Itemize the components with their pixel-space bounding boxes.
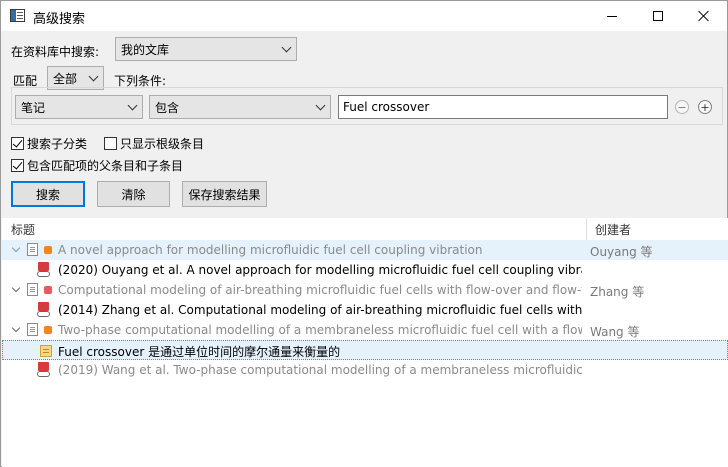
chevron-down-icon bbox=[315, 100, 326, 111]
clear-button[interactable]: 清除 bbox=[97, 181, 170, 207]
top-level-only-checkbox[interactable]: 只显示根级条目 bbox=[104, 135, 204, 152]
orange-tag-icon bbox=[44, 246, 52, 254]
pdf-link-icon bbox=[37, 262, 51, 277]
chevron-down-icon[interactable] bbox=[11, 323, 21, 333]
result-title: Computational modeling of air-breathing … bbox=[58, 283, 582, 297]
include-parent-child-checkbox[interactable]: 包含匹配项的父条目和子条目 bbox=[11, 157, 183, 174]
result-title: A novel approach for modelling microflui… bbox=[58, 243, 483, 257]
chevron-down-icon bbox=[281, 42, 292, 53]
condition-operator-select[interactable]: 包含 bbox=[149, 95, 331, 119]
column-divider[interactable] bbox=[586, 218, 587, 240]
condition-operator-value: 包含 bbox=[155, 100, 180, 115]
column-header-title[interactable]: 标题 bbox=[11, 218, 581, 240]
maximize-button[interactable] bbox=[635, 1, 681, 31]
checkbox-unchecked-icon bbox=[104, 137, 117, 150]
result-title: Two-phase computational modelling of a m… bbox=[58, 323, 582, 337]
condition-field-select[interactable]: 笔记 bbox=[15, 95, 143, 119]
library-select[interactable]: 我的文库 bbox=[115, 37, 297, 61]
close-button[interactable] bbox=[681, 1, 727, 31]
result-creator: Zhang 等 bbox=[590, 285, 645, 299]
result-title: (2020) Ouyang et al. A novel approach fo… bbox=[58, 263, 582, 277]
condition-value-input[interactable]: Fuel crossover bbox=[338, 95, 668, 119]
library-select-value: 我的文库 bbox=[121, 42, 170, 57]
include-parent-child-label: 包含匹配项的父条目和子条目 bbox=[27, 159, 184, 173]
orange-tag-icon bbox=[44, 326, 52, 334]
top-level-only-label: 只显示根级条目 bbox=[120, 137, 205, 151]
result-title: Fuel crossover 是通过单位时间的摩尔通量来衡量的 bbox=[58, 345, 341, 359]
document-icon bbox=[27, 323, 38, 336]
minimize-icon bbox=[607, 15, 617, 17]
maximize-icon bbox=[653, 11, 663, 21]
document-icon bbox=[27, 283, 38, 296]
result-title: (2014) Zhang et al. Computational modeli… bbox=[58, 303, 582, 317]
result-row-parent[interactable]: A novel approach for modelling microflui… bbox=[2, 240, 728, 260]
library-label: 在资料库中搜索: bbox=[11, 45, 100, 59]
app-window-icon bbox=[10, 9, 25, 22]
match-mode-value: 全部 bbox=[53, 71, 78, 86]
window-title: 高级搜索 bbox=[33, 12, 86, 27]
result-row-note[interactable]: Fuel crossover 是通过单位时间的摩尔通量来衡量的 bbox=[2, 340, 728, 360]
result-creator: Wang 等 bbox=[590, 325, 640, 339]
chevron-down-icon bbox=[127, 100, 138, 111]
condition-field-value: 笔记 bbox=[21, 100, 46, 115]
remove-condition-button[interactable]: − bbox=[675, 100, 689, 114]
result-creator: Ouyang 等 bbox=[590, 245, 653, 259]
checkbox-checked-icon bbox=[11, 137, 24, 150]
include-subcollections-checkbox[interactable]: 搜索子分类 bbox=[11, 135, 87, 152]
result-row-attachment[interactable]: (2014) Zhang et al. Computational modeli… bbox=[2, 300, 728, 320]
chevron-down-icon bbox=[88, 71, 99, 82]
advanced-search-window: 高级搜索 在资料库中搜索: 我的文库 匹配 全部 下列条件: 笔记 包含 Fue… bbox=[0, 0, 728, 467]
include-subcollections-label: 搜索子分类 bbox=[27, 137, 88, 151]
save-search-button[interactable]: 保存搜索结果 bbox=[182, 181, 267, 207]
result-row-attachment[interactable]: (2020) Ouyang et al. A novel approach fo… bbox=[2, 260, 728, 280]
column-header-creator[interactable]: 创建者 bbox=[595, 218, 725, 240]
result-title: (2019) Wang et al. Two-phase computation… bbox=[58, 363, 582, 377]
search-button[interactable]: 搜索 bbox=[11, 181, 85, 207]
checkbox-checked-icon bbox=[11, 159, 24, 172]
chevron-down-icon[interactable] bbox=[11, 283, 21, 293]
document-icon bbox=[27, 243, 38, 256]
result-row-attachment[interactable]: (2019) Wang et al. Two-phase computation… bbox=[2, 360, 728, 380]
result-row-parent[interactable]: Computational modeling of air-breathing … bbox=[2, 280, 728, 300]
results-tree: 标题 创建者 A novel approach for modelling mi… bbox=[2, 218, 728, 467]
result-row-parent[interactable]: Two-phase computational modelling of a m… bbox=[2, 320, 728, 340]
add-condition-button[interactable]: + bbox=[698, 100, 712, 114]
close-icon bbox=[698, 10, 710, 22]
note-icon bbox=[40, 345, 52, 357]
chevron-down-icon[interactable] bbox=[11, 243, 21, 253]
red-tag-icon bbox=[44, 286, 52, 294]
minimize-button[interactable] bbox=[589, 1, 635, 31]
pdf-link-icon bbox=[37, 362, 51, 377]
title-bar: 高级搜索 bbox=[1, 1, 727, 31]
pdf-link-icon bbox=[37, 302, 51, 317]
